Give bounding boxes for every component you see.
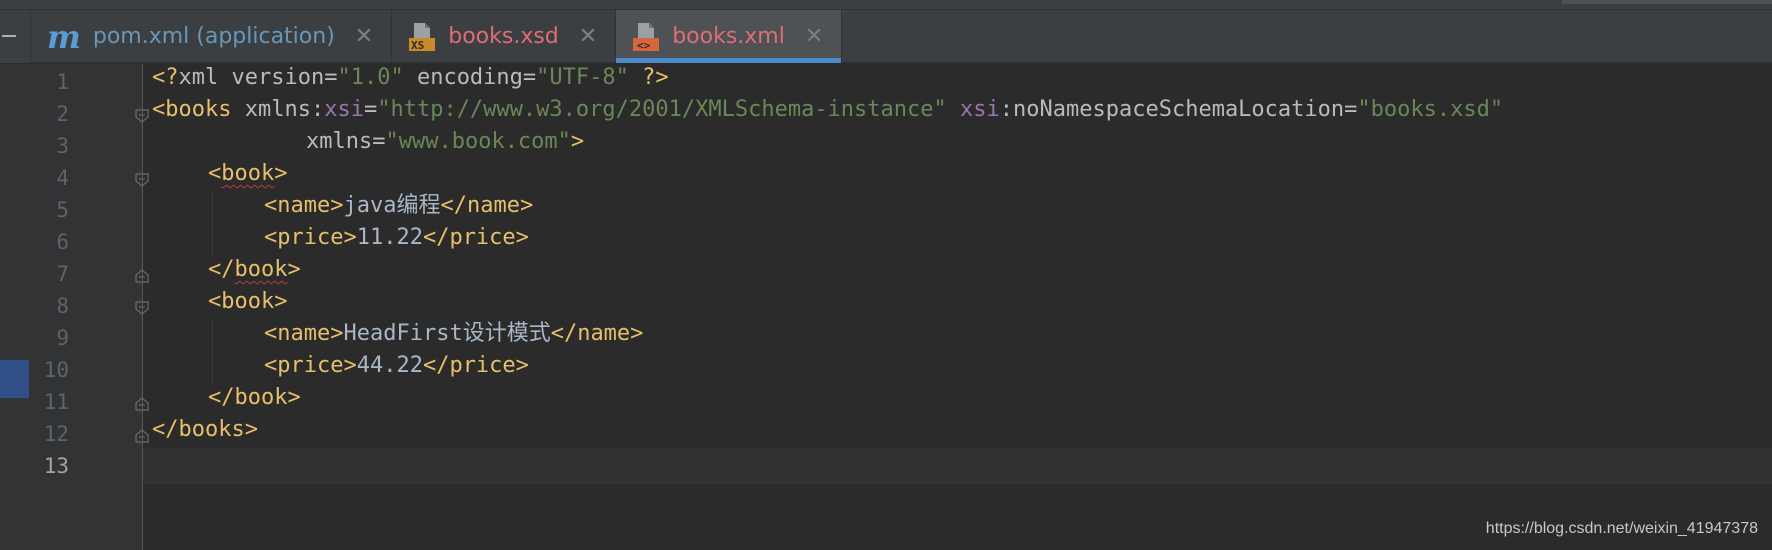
maven-m-icon: m — [47, 17, 81, 56]
indent-guide — [212, 320, 213, 384]
top-toolbar-strip — [0, 0, 1772, 10]
close-icon[interactable]: ✕ — [579, 24, 597, 49]
tab-label: books.xml — [672, 24, 785, 49]
code-line-10: <price>44.22</price> — [264, 353, 529, 378]
code-line-9: <name>HeadFirst设计模式</name> — [264, 321, 644, 346]
tab-pom-xml[interactable]: m pom.xml (application) ✕ — [31, 10, 393, 63]
line-number: 11 — [43, 390, 69, 414]
code-line-12: </books> — [152, 417, 258, 442]
selection-marker — [0, 360, 29, 398]
xml-badge-text: <> — [637, 39, 651, 52]
fold-close-icon[interactable] — [134, 428, 150, 444]
indent-guide — [212, 192, 213, 256]
xml-file-icon: <> — [632, 22, 660, 52]
xsd-file-icon: XS — [408, 22, 436, 52]
line-number: 12 — [43, 422, 69, 446]
minus-icon — [2, 35, 16, 37]
editor-tab-bar: m pom.xml (application) ✕ XS books.xsd ✕ — [0, 10, 1772, 63]
code-line-2: <books xmlns:xsi="http://www.w3.org/2001… — [152, 97, 1504, 122]
ide-window: m pom.xml (application) ✕ XS books.xsd ✕ — [0, 0, 1772, 550]
tab-books-xml[interactable]: <> books.xml ✕ — [616, 10, 843, 63]
tab-books-xsd[interactable]: XS books.xsd ✕ — [392, 10, 617, 63]
line-number-current: 13 — [43, 454, 69, 478]
code-line-6: <price>11.22</price> — [264, 225, 529, 250]
fold-close-icon[interactable] — [134, 396, 150, 412]
line-number: 3 — [56, 134, 69, 158]
current-line-highlight — [143, 448, 1772, 484]
code-editor[interactable]: 1 2 3 4 5 6 7 8 9 10 11 12 13 <?xml vers… — [0, 64, 1772, 550]
code-line-4: <book> — [208, 161, 288, 186]
line-number: 2 — [56, 102, 69, 126]
fold-close-icon[interactable] — [134, 268, 150, 284]
tab-label: books.xsd — [448, 24, 559, 49]
code-line-7: </book> — [208, 257, 301, 282]
top-right-indicator — [1562, 0, 1772, 4]
line-number: 7 — [56, 262, 69, 286]
code-line-3: xmlns="www.book.com"> — [306, 129, 585, 154]
code-line-11: </book> — [208, 385, 301, 410]
code-line-1: <?xml version="1.0" encoding="UTF-8" ?> — [152, 65, 669, 90]
line-number: 1 — [56, 70, 69, 94]
line-number: 4 — [56, 166, 69, 190]
fold-open-icon[interactable] — [134, 108, 150, 124]
watermark-url: https://blog.csdn.net/weixin_41947378 — [1485, 520, 1758, 537]
code-line-5: <name>java编程</name> — [264, 193, 534, 218]
line-number: 5 — [56, 198, 69, 222]
xsd-badge-text: XS — [411, 39, 424, 52]
close-icon[interactable]: ✕ — [355, 24, 373, 49]
close-icon[interactable]: ✕ — [805, 24, 823, 49]
side-tool-strip — [0, 64, 31, 550]
line-number-gutter: 1 2 3 4 5 6 7 8 9 10 11 12 13 — [31, 64, 149, 550]
line-number: 10 — [43, 358, 69, 382]
line-number: 6 — [56, 230, 69, 254]
fold-open-icon[interactable] — [134, 172, 150, 188]
line-number: 8 — [56, 294, 69, 318]
fold-open-icon[interactable] — [134, 300, 150, 316]
code-line-8: <book> — [208, 289, 288, 314]
collapse-panel-button[interactable] — [0, 10, 31, 63]
tab-label: pom.xml (application) — [92, 24, 335, 49]
line-number: 9 — [56, 326, 69, 350]
